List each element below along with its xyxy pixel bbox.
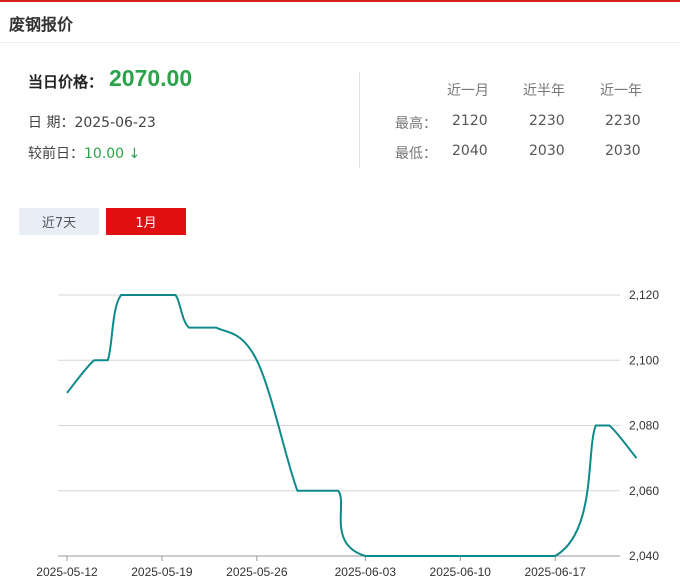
y-tick-label: 2,120 bbox=[629, 288, 659, 302]
prev-change-line: 较前日：10.00 ↓ bbox=[28, 143, 140, 163]
page-title: 废钢报价 bbox=[9, 15, 74, 34]
header-divider bbox=[0, 42, 680, 43]
date-line: 日 期：2025-06-23 bbox=[28, 112, 156, 132]
x-tick-label: 2025-05-12 bbox=[36, 565, 98, 578]
prev-change-label: 较前日： bbox=[28, 146, 84, 162]
price-value: 2070.00 bbox=[109, 65, 193, 91]
stat-col-halfyear: 近半年 bbox=[523, 83, 565, 99]
stat-low-halfyear: 2030 bbox=[529, 143, 565, 159]
stat-col-year: 近一年 bbox=[600, 83, 642, 99]
header-accent-line bbox=[0, 0, 680, 2]
y-tick-label: 2,060 bbox=[629, 484, 659, 498]
price-label: 当日价格： bbox=[28, 73, 104, 91]
date-label: 日 期： bbox=[28, 115, 75, 131]
stat-low-year: 2030 bbox=[605, 143, 641, 159]
stat-row-high-label: 最高： bbox=[395, 116, 437, 132]
tab-1-month[interactable]: 1月 bbox=[106, 208, 186, 235]
x-tick-label: 2025-05-26 bbox=[226, 565, 288, 578]
x-tick-label: 2025-06-03 bbox=[335, 565, 397, 578]
tab-7-days[interactable]: 近7天 bbox=[19, 208, 99, 235]
y-tick-label: 2,040 bbox=[629, 549, 659, 563]
prev-change-value: 10.00 ↓ bbox=[84, 146, 141, 162]
y-tick-label: 2,080 bbox=[629, 419, 659, 433]
y-tick-label: 2,100 bbox=[629, 353, 659, 367]
stat-high-halfyear: 2230 bbox=[529, 113, 565, 129]
x-tick-label: 2025-05-19 bbox=[131, 565, 193, 578]
x-tick-label: 2025-06-10 bbox=[430, 565, 492, 578]
x-tick-label: 2025-06-17 bbox=[524, 565, 586, 578]
date-value: 2025-06-23 bbox=[74, 115, 156, 131]
stat-high-year: 2230 bbox=[605, 113, 641, 129]
stat-low-month: 2040 bbox=[452, 143, 488, 159]
price-line-chart: 2025-05-12 2025-05-19 2025-05-26 2025-06-03… bbox=[36, 288, 659, 578]
stat-col-month: 近一月 bbox=[447, 83, 489, 99]
summary-divider bbox=[359, 72, 360, 168]
stat-row-low-label: 最低： bbox=[395, 146, 437, 162]
stat-high-month: 2120 bbox=[452, 113, 488, 129]
